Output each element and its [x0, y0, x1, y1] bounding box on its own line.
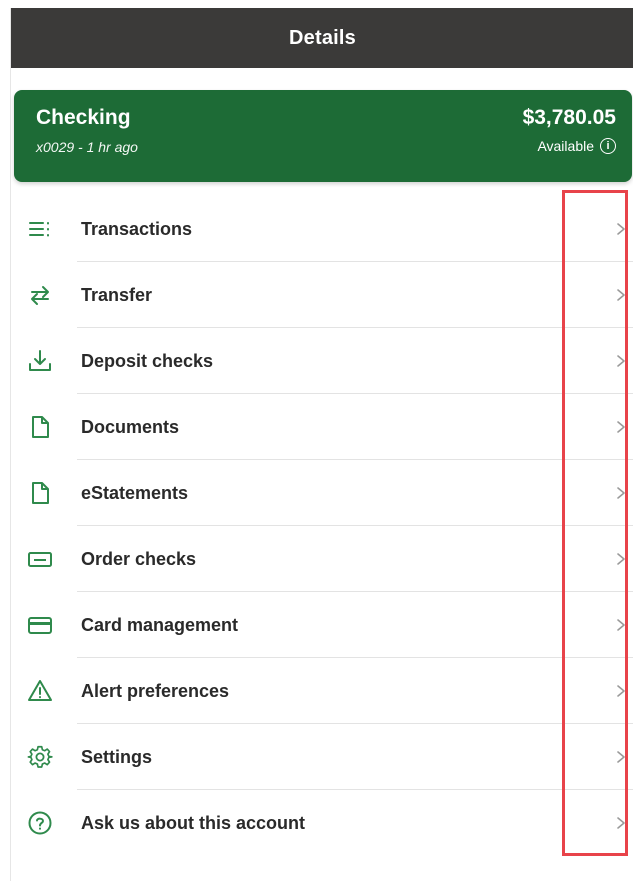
menu-item-label: Alert preferences [81, 680, 230, 701]
chevron-right-icon [614, 684, 628, 698]
menu-item-deposit-checks[interactable]: Deposit checks [11, 328, 633, 394]
menu-item-label: Order checks [81, 548, 197, 569]
chevron-right-icon [614, 222, 628, 236]
list-icon [27, 216, 53, 242]
page-title: Details [289, 26, 356, 49]
menu-item-label: Transfer [81, 284, 153, 305]
download-icon [27, 348, 53, 374]
account-actions-menu: Transactions Transfer Deposit checks Doc… [11, 196, 633, 856]
document-icon [27, 414, 53, 440]
account-name: Checking [36, 106, 131, 129]
menu-item-label: Ask us about this account [81, 812, 306, 833]
menu-item-order-checks[interactable]: Order checks [11, 526, 633, 592]
gear-icon [27, 744, 53, 770]
menu-item-documents[interactable]: Documents [11, 394, 633, 460]
menu-item-alert-preferences[interactable]: Alert preferences [11, 658, 633, 724]
menu-item-transactions[interactable]: Transactions [11, 196, 633, 262]
transfer-arrows-icon [27, 282, 53, 308]
app-screen: Details Checking x0029 - 1 hr ago $3,780… [10, 8, 633, 881]
chevron-right-icon [614, 816, 628, 830]
menu-item-label: Card management [81, 614, 239, 635]
menu-item-label: Settings [81, 746, 153, 767]
menu-item-label: Transactions [81, 218, 193, 239]
available-label: Available [537, 138, 594, 154]
document-icon [27, 480, 53, 506]
menu-item-card-management[interactable]: Card management [11, 592, 633, 658]
menu-item-transfer[interactable]: Transfer [11, 262, 633, 328]
warning-icon [27, 678, 53, 704]
account-subtitle: x0029 - 1 hr ago [36, 139, 138, 155]
info-icon[interactable]: i [600, 138, 616, 154]
credit-card-icon [27, 612, 53, 638]
account-balance: $3,780.05 [522, 106, 616, 129]
chevron-right-icon [614, 750, 628, 764]
help-circle-icon [27, 810, 53, 836]
menu-item-label: Documents [81, 416, 180, 437]
menu-item-settings[interactable]: Settings [11, 724, 633, 790]
check-icon [27, 546, 53, 572]
top-bar: Details [11, 8, 633, 68]
menu-item-estatements[interactable]: eStatements [11, 460, 633, 526]
chevron-right-icon [614, 354, 628, 368]
available-balance-label: Available i [537, 138, 616, 154]
chevron-right-icon [614, 486, 628, 500]
menu-item-label: Deposit checks [81, 350, 214, 371]
chevron-right-icon [614, 552, 628, 566]
menu-item-ask-us[interactable]: Ask us about this account [11, 790, 633, 856]
chevron-right-icon [614, 288, 628, 302]
account-summary-card[interactable]: Checking x0029 - 1 hr ago $3,780.05 Avai… [14, 90, 632, 182]
menu-item-label: eStatements [81, 482, 189, 503]
chevron-right-icon [614, 618, 628, 632]
chevron-right-icon [614, 420, 628, 434]
